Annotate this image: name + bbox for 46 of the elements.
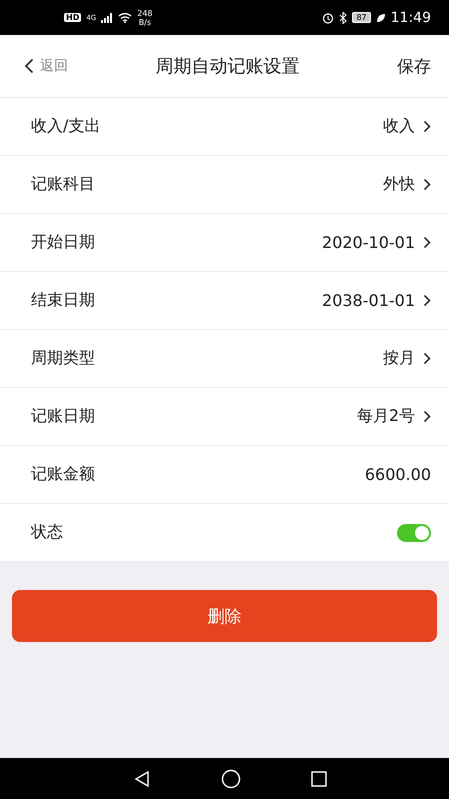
- settings-row[interactable]: 结束日期 2038-01-01: [0, 272, 449, 330]
- signal-icon: [101, 12, 114, 22]
- settings-row[interactable]: 记账科目 外快: [0, 156, 449, 214]
- settings-row[interactable]: 周期类型 按月: [0, 330, 449, 388]
- row-value: 6600.00: [364, 465, 431, 484]
- row-value: 外快: [383, 174, 415, 195]
- row-label: 周期类型: [31, 348, 95, 369]
- chevron-right-icon: [423, 352, 431, 365]
- row-value: 2020-10-01: [322, 233, 415, 252]
- clock-time: 11:49: [390, 10, 431, 26]
- chevron-right-icon: [423, 294, 431, 307]
- row-value: 每月2号: [356, 406, 415, 427]
- row-label: 记账科目: [31, 174, 95, 195]
- row-label: 记账日期: [31, 406, 95, 427]
- back-button[interactable]: 返回: [24, 57, 124, 75]
- wifi-icon: [118, 12, 132, 23]
- settings-row[interactable]: 收入/支出 收入: [0, 98, 449, 156]
- bluetooth-icon: [339, 12, 348, 24]
- chevron-right-icon: [423, 120, 431, 133]
- row-label: 结束日期: [31, 290, 95, 311]
- hd-indicator: HD: [64, 13, 82, 22]
- chevron-right-icon: [423, 236, 431, 249]
- row-label: 收入/支出: [31, 116, 100, 137]
- settings-row[interactable]: 开始日期 2020-10-01: [0, 214, 449, 272]
- alarm-icon: [322, 12, 334, 24]
- recents-nav-icon[interactable]: [310, 770, 326, 786]
- back-nav-icon[interactable]: [132, 770, 150, 788]
- save-button[interactable]: 保存: [331, 54, 431, 78]
- home-nav-icon[interactable]: [220, 768, 240, 788]
- leaf-icon: [376, 12, 386, 22]
- row-label: 开始日期: [31, 232, 95, 253]
- row-label: 记账金额: [31, 464, 95, 485]
- row-value: 2038-01-01: [322, 291, 415, 310]
- chevron-right-icon: [423, 178, 431, 191]
- row-label: 状态: [31, 522, 63, 543]
- row-value: 按月: [383, 348, 415, 369]
- status-toggle[interactable]: [397, 524, 431, 542]
- speed-unit: B/s: [138, 18, 152, 26]
- row-value: 收入: [383, 116, 415, 137]
- back-icon: [24, 58, 34, 74]
- battery-level: 87: [352, 12, 371, 23]
- delete-button[interactable]: 删除: [12, 590, 437, 642]
- speed-value: 248: [137, 8, 153, 18]
- page-title: 周期自动记账设置: [154, 55, 300, 78]
- chevron-right-icon: [423, 410, 431, 423]
- settings-row[interactable]: 记账日期 每月2号: [0, 388, 449, 446]
